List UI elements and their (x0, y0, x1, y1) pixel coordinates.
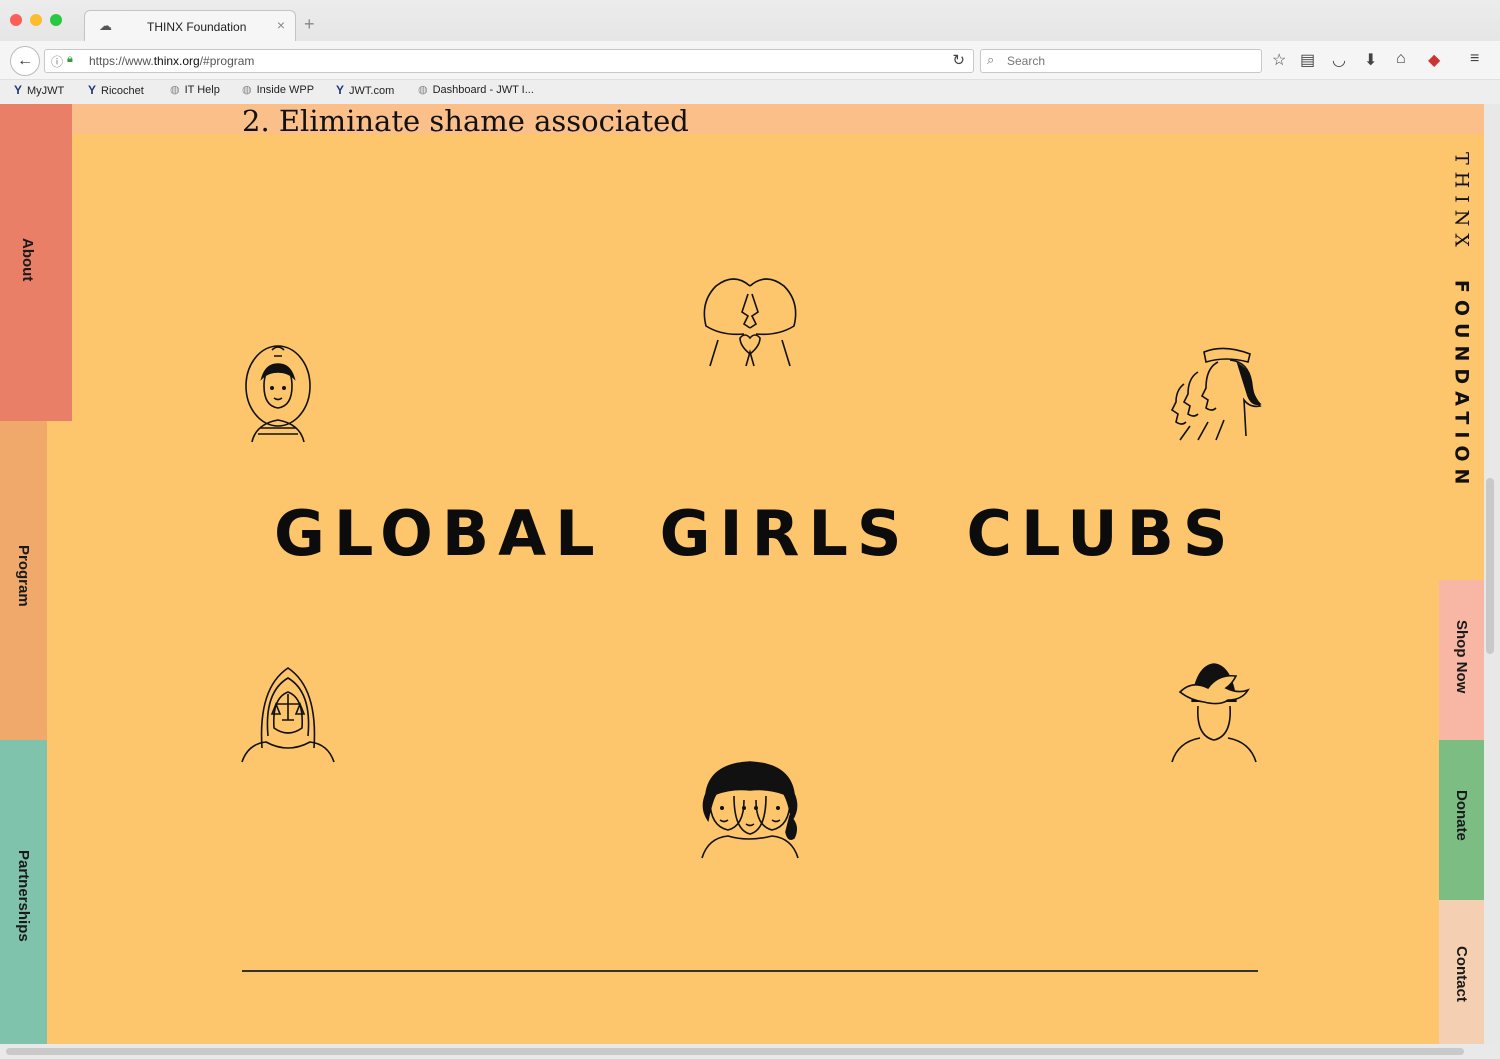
nav-shop-now-label: Shop Now (1453, 620, 1470, 694)
section-heading: 2. Eliminate shame associated (242, 104, 689, 138)
woman-dove-illustration (1171, 663, 1257, 763)
globe-icon: ◍ (242, 84, 252, 96)
horizontal-scroll-track[interactable] (0, 1044, 1500, 1059)
bookmark-label: JWT.com (349, 85, 395, 97)
nav-partnerships[interactable]: Partnerships (0, 740, 47, 1044)
nav-about[interactable]: About (0, 104, 72, 421)
bookmark-item[interactable]: ◍ Inside WPP (242, 83, 314, 96)
nav-shop-now[interactable]: Shop Now (1439, 580, 1484, 740)
nav-donate[interactable]: Donate (1439, 740, 1484, 900)
women-profiles-illustration (1170, 347, 1262, 441)
page-content: 2. Eliminate shame associated About Prog… (0, 104, 1500, 1044)
url-domain: thinx.org (153, 54, 200, 68)
bookmark-label: IT Help (184, 84, 220, 96)
nav-about-label: About (19, 238, 36, 282)
nav-program-label: Program (15, 545, 32, 607)
jwt-logo-icon: Y (88, 83, 97, 97)
globe-icon: ◍ (170, 84, 180, 96)
thinx-foundation-logo[interactable]: THINX FOUNDATION (1446, 152, 1476, 491)
back-button[interactable]: ← (10, 46, 40, 76)
nav-contact-label: Contact (1453, 946, 1470, 1002)
search-icon: ⌕ (987, 52, 995, 67)
nav-program[interactable]: Program (0, 421, 47, 740)
divider (242, 970, 1258, 972)
title-word-clubs: CLUBS (966, 497, 1237, 570)
nav-donate-label: Donate (1453, 790, 1470, 841)
menu-icon[interactable]: ≡ (1470, 50, 1479, 68)
bookmark-label: Ricochet (101, 85, 144, 97)
url-text: https://www.thinx.org/#program (89, 54, 254, 68)
tab-favicon-icon: ☁ (99, 18, 112, 33)
reader-view-icon[interactable]: ▤ (1300, 50, 1315, 70)
home-icon[interactable]: ⌂ (1396, 50, 1406, 68)
close-window-button[interactable] (10, 14, 22, 26)
info-icon[interactable]: ⓘ (51, 53, 63, 70)
minimize-window-button[interactable] (30, 14, 42, 26)
new-tab-button[interactable]: + (304, 14, 315, 35)
tab-close-icon[interactable]: × (277, 17, 285, 33)
jwt-logo-icon: Y (14, 83, 23, 97)
bookmark-label: MyJWT (27, 85, 65, 97)
zoom-window-button[interactable] (50, 14, 62, 26)
bookmark-item[interactable]: Y JWT.com (336, 83, 394, 97)
download-icon[interactable]: ⬇ (1364, 50, 1377, 70)
reload-icon[interactable]: ↻ (952, 51, 965, 69)
bookmark-star-icon[interactable]: ☆ (1272, 50, 1286, 70)
bookmark-item[interactable]: ◍ IT Help (170, 83, 220, 96)
brand-thinx: THINX (1450, 152, 1473, 254)
bookmark-label: Dashboard - JWT I... (432, 84, 534, 96)
title-word-global: GLOBAL (274, 497, 604, 570)
three-faces-illustration (701, 761, 799, 859)
search-placeholder: Search (1007, 54, 1046, 68)
search-field[interactable]: ⌕ Search (980, 49, 1262, 73)
hijab-woman-scales-illustration (241, 667, 335, 763)
bookmark-item[interactable]: ◍ Dashboard - JWT I... (418, 83, 534, 96)
bookmark-item[interactable]: Y Ricochet (88, 83, 144, 97)
girl-halo-illustration (245, 345, 311, 443)
horizontal-scrollbar-thumb[interactable] (6, 1048, 1464, 1055)
navigation-bar: ← ⓘ 🔒︎ https://www.thinx.org/#program ↻ … (0, 41, 1500, 79)
two-faces-heart-illustration (703, 278, 797, 367)
extension-icon[interactable]: ◆ (1428, 50, 1440, 70)
bookmark-label: Inside WPP (256, 84, 315, 96)
globe-icon: ◍ (418, 84, 428, 96)
browser-chrome: ☁ THINX Foundation × + ← ⓘ 🔒︎ https://ww… (0, 0, 1500, 105)
brand-foundation: FOUNDATION (1450, 279, 1473, 492)
title-word-girls: GIRLS (659, 497, 911, 570)
bookmarks-toolbar: Y MyJWT Y Ricochet ◍ IT Help ◍ Inside WPP YJ… (0, 80, 1500, 104)
bookmark-item[interactable]: Y MyJWT (14, 83, 64, 97)
nav-contact[interactable]: Contact (1439, 900, 1484, 1044)
tab-title: THINX Foundation (147, 20, 247, 34)
jwt-logo-icon: Y (336, 83, 345, 97)
pocket-icon[interactable]: ◡ (1332, 50, 1346, 70)
url-path: /#program (199, 54, 255, 68)
address-bar[interactable]: ⓘ 🔒︎ https://www.thinx.org/#program ↻ (44, 49, 974, 73)
url-prefix: https://www. (89, 54, 154, 68)
browser-tab[interactable]: ☁ THINX Foundation × (84, 10, 296, 41)
page-title: GLOBAL GIRLS CLUBS (274, 497, 1237, 570)
lock-icon: 🔒︎ (67, 53, 73, 65)
nav-partnerships-label: Partnerships (15, 850, 32, 942)
vertical-scrollbar-thumb[interactable] (1486, 478, 1494, 654)
